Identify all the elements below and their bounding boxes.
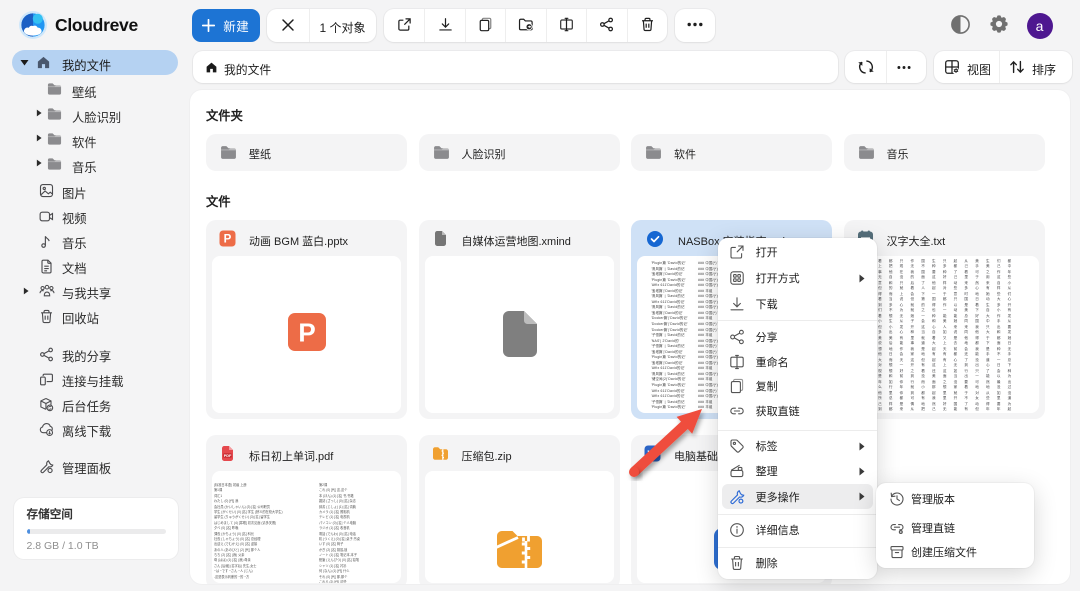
svg-text:P: P <box>224 234 232 246</box>
svg-text:PDF: PDF <box>224 454 232 458</box>
svg-text:W: W <box>648 448 658 460</box>
svg-text:P: P <box>298 318 315 348</box>
